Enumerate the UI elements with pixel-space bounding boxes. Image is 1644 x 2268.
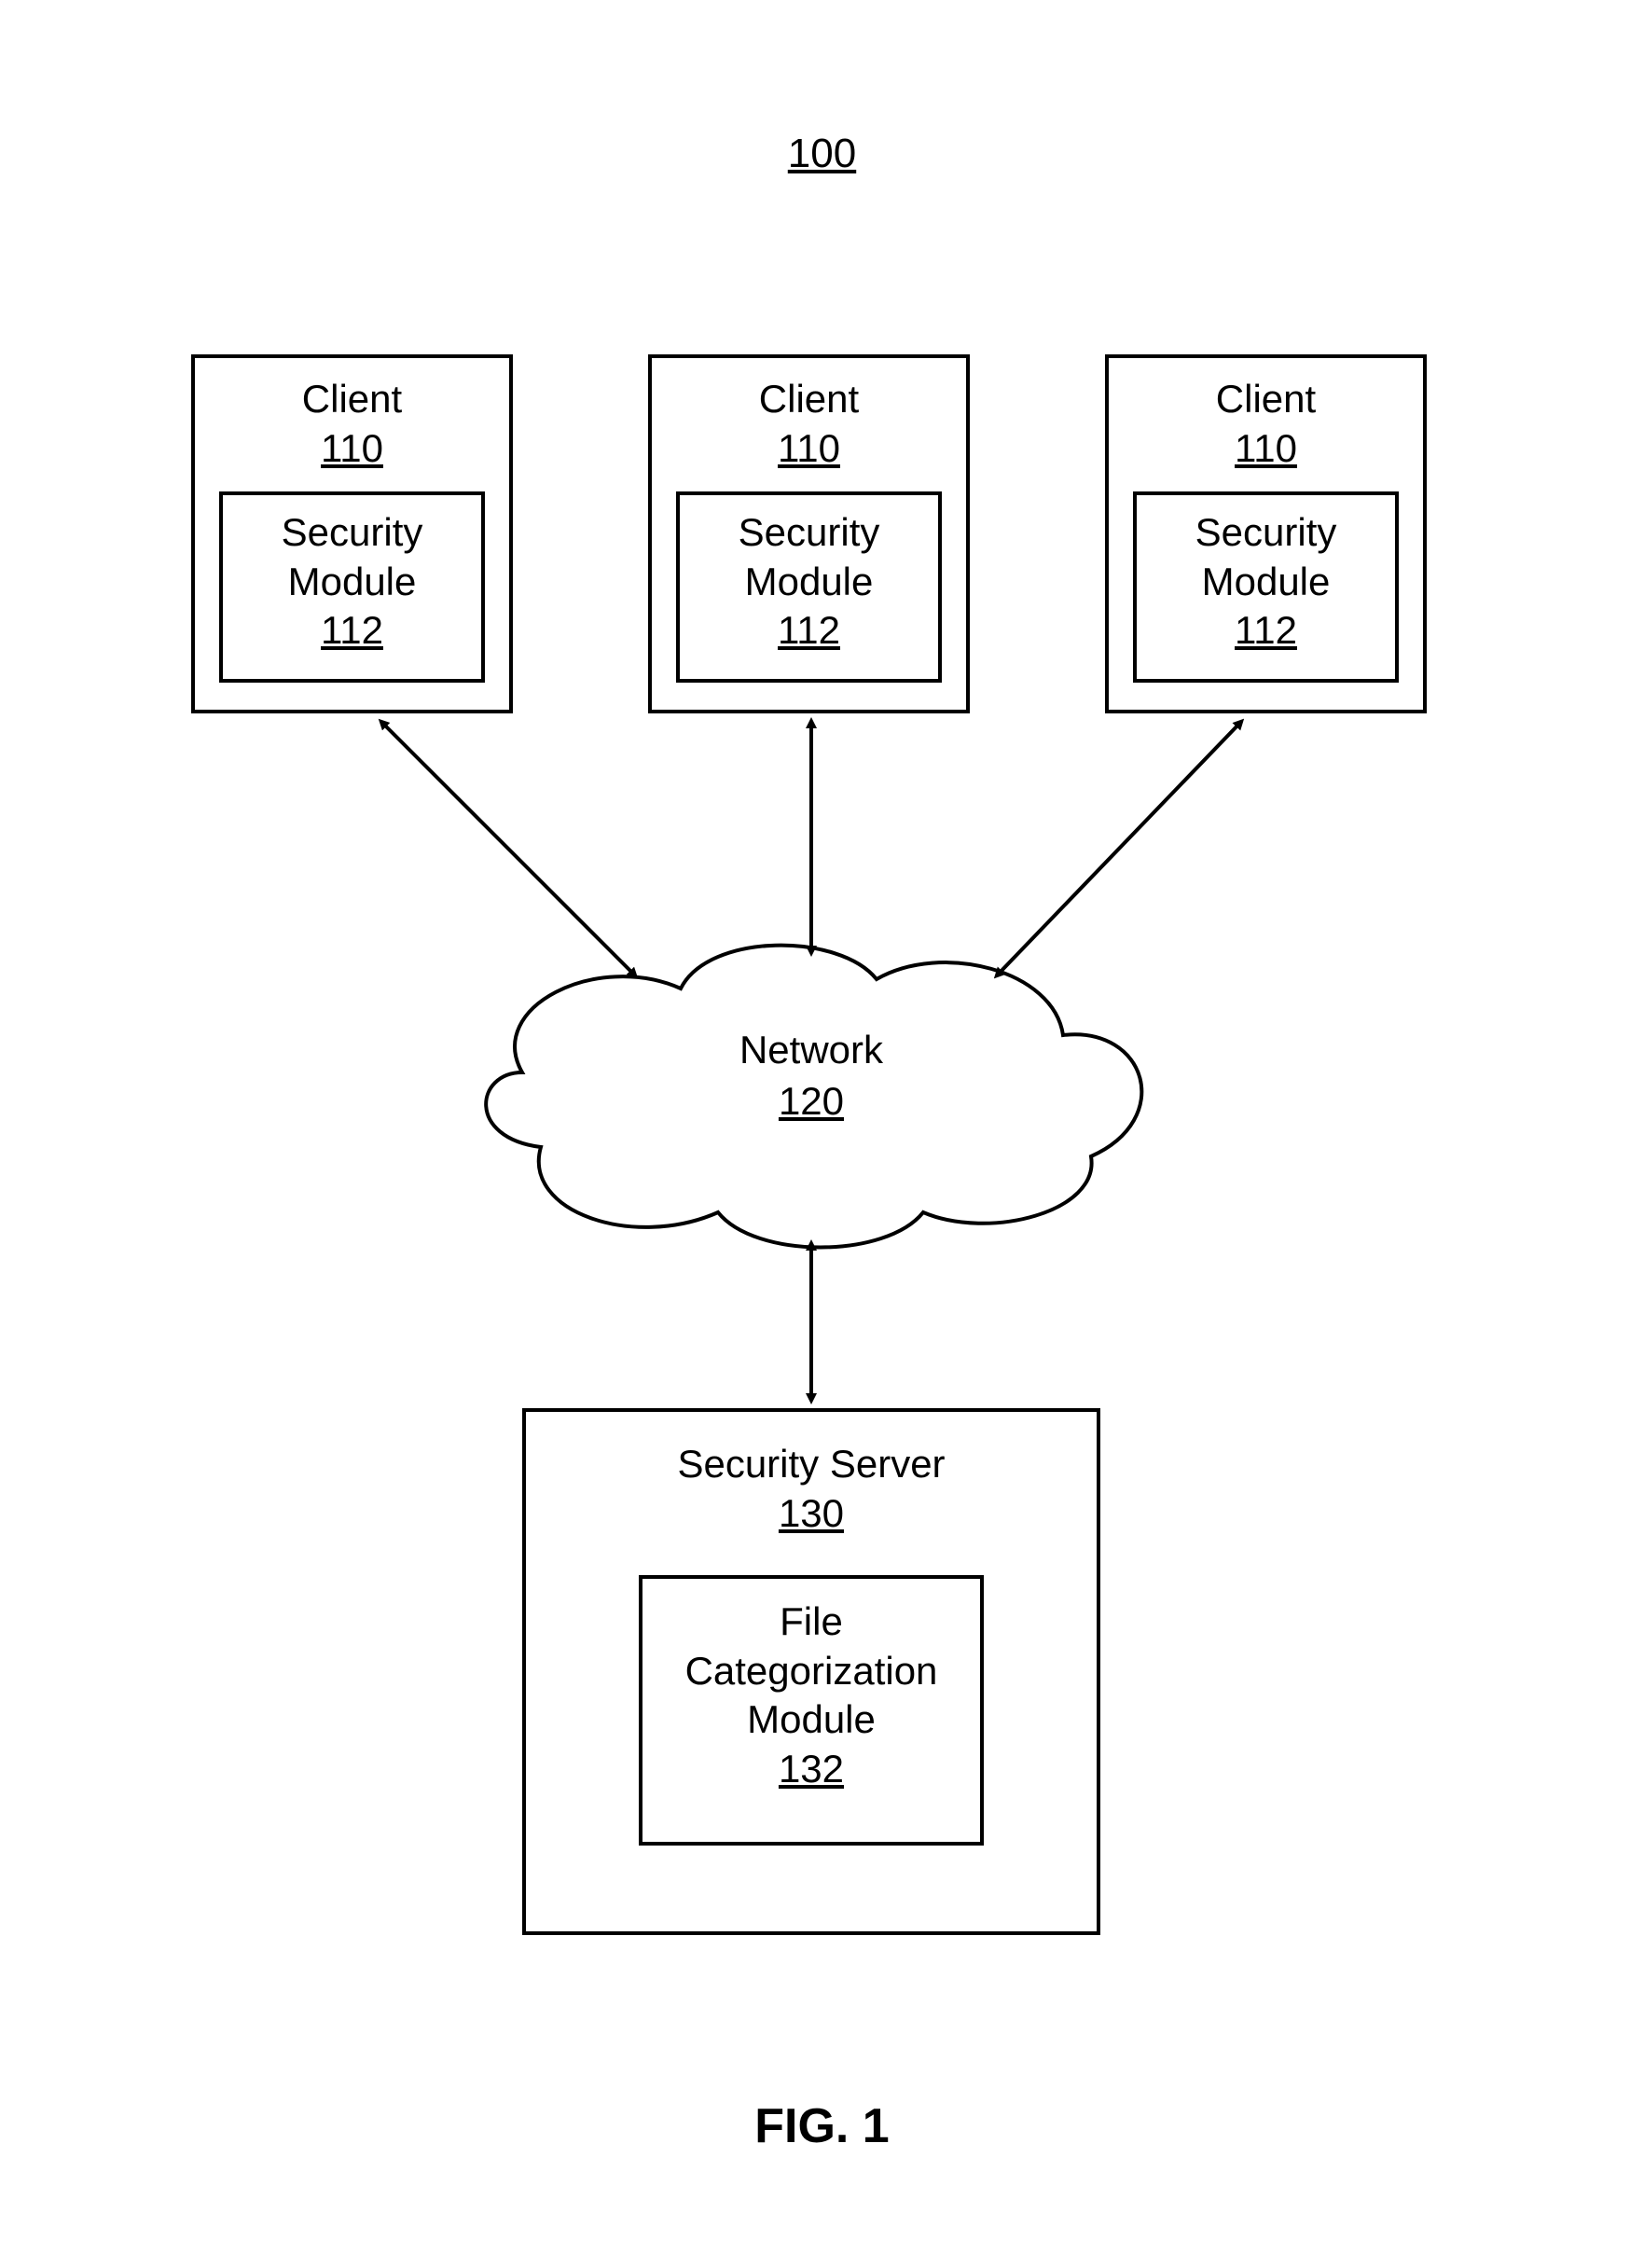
module-ref: 112	[778, 608, 840, 652]
client-ref: 110	[778, 426, 840, 470]
figure-caption: FIG. 1	[0, 2098, 1644, 2154]
client-title: Client	[195, 375, 509, 424]
module-title-line2: Module	[1137, 558, 1395, 607]
server-module-ref: 132	[779, 1747, 844, 1791]
security-module-box: Security Module 112	[219, 491, 485, 683]
server-module-line2: Categorization	[642, 1647, 980, 1696]
client-title: Client	[1109, 375, 1423, 424]
security-module-box: Security Module 112	[1133, 491, 1399, 683]
server-title: Security Server	[526, 1440, 1097, 1489]
security-server-box: Security Server 130 File Categorization …	[522, 1408, 1100, 1935]
server-module-line1: File	[642, 1597, 980, 1647]
server-ref: 130	[779, 1491, 844, 1535]
client-box-3: Client 110 Security Module 112	[1105, 354, 1427, 713]
module-title-line1: Security	[223, 508, 481, 558]
module-title-line2: Module	[680, 558, 938, 607]
connector-client-right-network	[998, 723, 1240, 975]
module-title-line1: Security	[680, 508, 938, 558]
file-categorization-module-box: File Categorization Module 132	[639, 1575, 984, 1846]
module-ref: 112	[321, 608, 383, 652]
network-ref: 120	[779, 1079, 844, 1123]
server-module-line3: Module	[642, 1695, 980, 1745]
security-module-box: Security Module 112	[676, 491, 942, 683]
client-title: Client	[652, 375, 966, 424]
module-ref: 112	[1235, 608, 1297, 652]
connector-client-left-network	[382, 723, 634, 975]
network-title: Network	[653, 1026, 970, 1075]
module-title-line2: Module	[223, 558, 481, 607]
client-ref: 110	[1235, 426, 1297, 470]
client-box-1: Client 110 Security Module 112	[191, 354, 513, 713]
client-ref: 110	[321, 426, 383, 470]
client-box-2: Client 110 Security Module 112	[648, 354, 970, 713]
module-title-line1: Security	[1137, 508, 1395, 558]
